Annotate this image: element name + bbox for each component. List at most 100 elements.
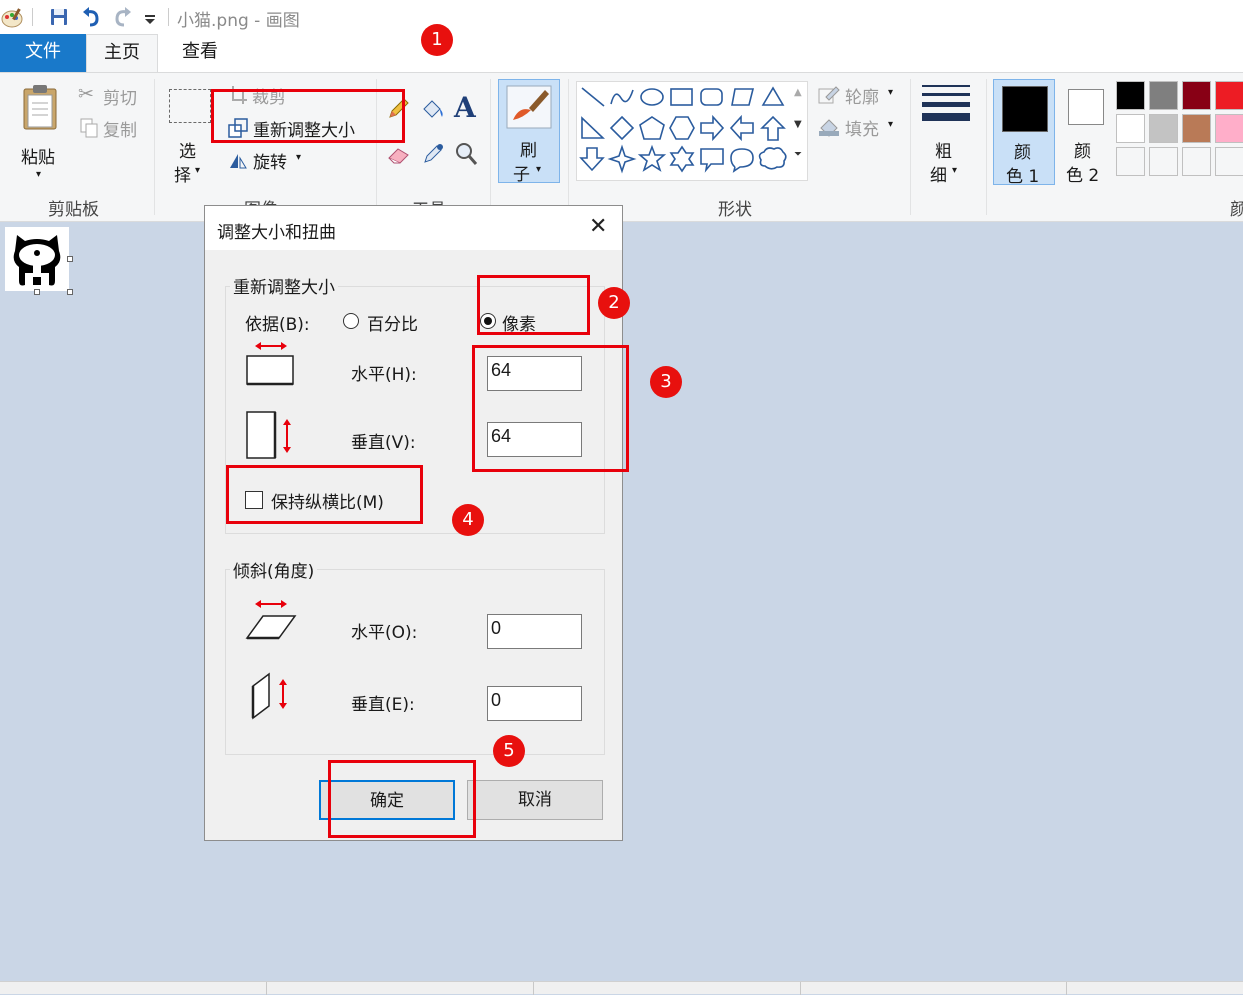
palette-swatch-empty[interactable] xyxy=(1215,147,1243,176)
skew-fieldset xyxy=(225,569,605,755)
outline-button[interactable]: 轮廓 ▾ xyxy=(818,83,902,108)
vertical-label: 垂直(V): xyxy=(351,433,416,453)
hexagon-shape-icon[interactable] xyxy=(669,116,695,140)
left-arrow-shape-icon[interactable] xyxy=(729,114,754,142)
color-palette xyxy=(1116,81,1243,181)
magnifier-icon[interactable] xyxy=(454,141,478,167)
size-label-2: 细 xyxy=(930,166,947,186)
palette-swatch-empty[interactable] xyxy=(1149,147,1178,176)
title-bar: 小猫.png - 画图 xyxy=(0,0,1243,34)
rotate-icon xyxy=(230,154,247,169)
palette-swatch[interactable] xyxy=(1116,81,1145,110)
rotate-button[interactable]: 旋转 ▾ xyxy=(226,147,306,173)
pentagon-shape-icon[interactable] xyxy=(639,116,665,140)
diamond-shape-icon[interactable] xyxy=(609,115,635,141)
ribbon-tabs: 文件 主页 查看 xyxy=(0,34,1243,72)
six-point-star-shape-icon[interactable] xyxy=(669,145,695,173)
fill-icon xyxy=(819,119,839,137)
undo-icon[interactable] xyxy=(80,6,102,28)
window-title: 小猫.png - 画图 xyxy=(177,11,300,31)
group-separator xyxy=(490,79,491,215)
resize-handle-right[interactable] xyxy=(67,256,73,262)
size-button[interactable]: 粗 细 ▾ xyxy=(918,81,974,186)
tab-home[interactable]: 主页 xyxy=(86,34,158,72)
skew-horizontal-input[interactable]: 0 xyxy=(487,614,582,649)
cancel-button[interactable]: 取消 xyxy=(467,780,603,820)
step-badge-5: 5 xyxy=(493,735,525,767)
redo-icon[interactable] xyxy=(112,6,134,28)
rectangle-shape-icon[interactable] xyxy=(670,88,693,106)
palette-swatch[interactable] xyxy=(1215,114,1243,143)
palette-swatch[interactable] xyxy=(1149,81,1178,110)
fill-bucket-icon[interactable] xyxy=(420,97,446,121)
resize-handle-corner[interactable] xyxy=(67,289,73,295)
fill-button[interactable]: 填充 ▾ xyxy=(818,115,902,140)
color1-label-1: 颜 xyxy=(1014,143,1031,163)
vertical-resize-icon xyxy=(246,411,291,459)
group-separator xyxy=(568,79,569,215)
right-arrow-shape-icon[interactable] xyxy=(700,114,725,142)
cloud-callout-shape-icon[interactable] xyxy=(758,147,787,170)
horizontal-label: 水平(H): xyxy=(351,365,417,385)
oval-callout-shape-icon[interactable] xyxy=(730,148,754,173)
chevron-down-icon: ▾ xyxy=(888,119,894,130)
cat-image xyxy=(13,235,61,286)
down-arrow-shape-icon[interactable] xyxy=(579,147,605,172)
palette-swatch[interactable] xyxy=(1116,114,1145,143)
close-icon[interactable]: ✕ xyxy=(589,214,607,239)
resize-handle-bottom[interactable] xyxy=(34,289,40,295)
four-point-star-shape-icon[interactable] xyxy=(607,144,637,174)
color2-label-1: 颜 xyxy=(1074,142,1091,162)
brush-button[interactable]: 刷 子 ▾ xyxy=(498,79,560,185)
shapes-gallery xyxy=(576,81,808,181)
color-picker-icon[interactable] xyxy=(422,141,446,165)
group-separator xyxy=(154,79,155,215)
ribbon: 粘贴 ▾ ✂ 剪切 复制 剪贴板 选 择 ▾ 裁剪 重新调整大小 旋转 ▾ 图像… xyxy=(0,72,1243,222)
expand-gallery-icon[interactable]: ⏷ xyxy=(794,149,802,160)
save-icon[interactable] xyxy=(48,6,70,28)
chevron-down-icon: ▾ xyxy=(296,152,302,163)
palette-swatch[interactable] xyxy=(1215,81,1243,110)
percent-radio[interactable]: 百分比 xyxy=(343,310,443,335)
outline-label: 轮廓 xyxy=(845,88,879,108)
polygon-shape-icon[interactable] xyxy=(731,88,755,106)
shapes-scroll[interactable]: ▲ ▼ ⏷ xyxy=(790,81,808,181)
rounded-rectangle-shape-icon[interactable] xyxy=(700,88,723,106)
tab-view[interactable]: 查看 xyxy=(160,34,240,72)
palette-swatch[interactable] xyxy=(1182,114,1211,143)
paste-button[interactable]: 粘贴 ▾ xyxy=(14,81,66,185)
customize-toolbar-icon[interactable] xyxy=(142,6,164,28)
copy-button[interactable]: 复制 xyxy=(78,115,148,141)
paint-app-icon[interactable] xyxy=(0,6,23,28)
palette-swatch-empty[interactable] xyxy=(1182,147,1211,176)
eraser-icon[interactable] xyxy=(386,143,412,165)
up-arrow-shape-icon[interactable] xyxy=(760,115,786,141)
canvas-image[interactable] xyxy=(5,227,69,291)
skew-vertical-input[interactable]: 0 xyxy=(487,686,582,721)
rect-callout-shape-icon[interactable] xyxy=(700,148,724,173)
triangle-shape-icon[interactable] xyxy=(761,86,785,106)
color1-swatch xyxy=(1002,86,1048,132)
text-tool-icon[interactable]: A xyxy=(454,91,476,124)
curve-shape-icon[interactable] xyxy=(610,89,634,105)
outline-icon xyxy=(818,86,840,104)
tab-file[interactable]: 文件 xyxy=(0,34,86,72)
oval-shape-icon[interactable] xyxy=(640,88,664,106)
color1-button[interactable]: 颜 色 1 xyxy=(993,79,1055,187)
palette-swatch[interactable] xyxy=(1182,81,1211,110)
right-triangle-shape-icon[interactable] xyxy=(581,116,605,139)
scroll-down-icon[interactable]: ▼ xyxy=(794,119,802,130)
palette-swatch-empty[interactable] xyxy=(1116,147,1145,176)
copy-label: 复制 xyxy=(103,121,137,141)
select-button[interactable]: 选 择 ▾ xyxy=(167,89,211,186)
color2-label-2: 色 2 xyxy=(1066,166,1100,186)
cut-button[interactable]: ✂ 剪切 xyxy=(78,83,148,109)
scroll-up-icon[interactable]: ▲ xyxy=(794,87,802,98)
five-point-star-shape-icon[interactable] xyxy=(637,144,667,172)
palette-swatch[interactable] xyxy=(1149,114,1178,143)
group-label-shapes: 形状 xyxy=(718,200,752,220)
group-separator xyxy=(986,79,987,215)
line-shape-icon[interactable] xyxy=(581,87,605,107)
color2-button[interactable]: 颜 色 2 xyxy=(1060,79,1110,186)
vertical-skew-icon xyxy=(251,672,287,720)
